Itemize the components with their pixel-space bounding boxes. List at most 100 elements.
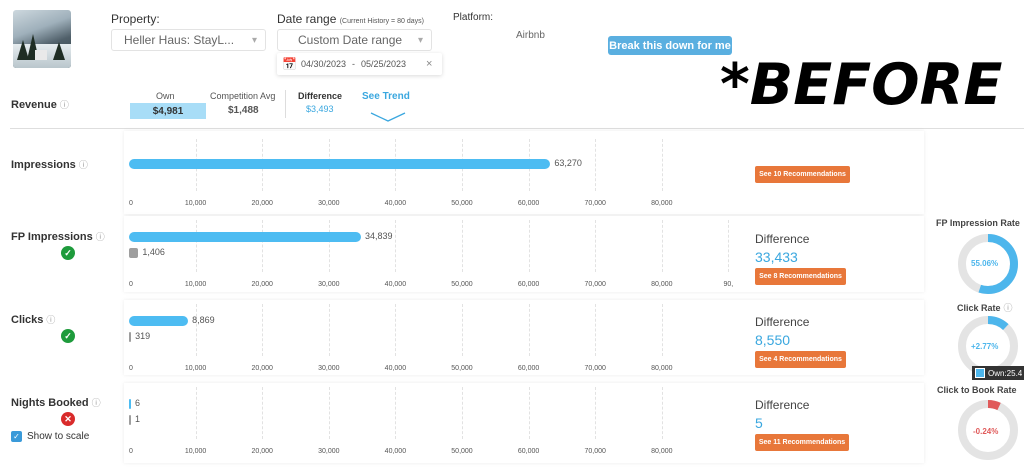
grid-line [595, 387, 597, 439]
axis-tick-label: 90, [723, 281, 734, 288]
axis-tick-label: 60,000 [517, 200, 540, 207]
own-bar[interactable] [129, 399, 131, 409]
nights-difference-label: Difference [755, 398, 810, 412]
competition-bar[interactable] [129, 415, 131, 425]
grid-line [195, 304, 197, 356]
clicks-label: Clicks ⓘ [11, 314, 56, 326]
date-range-label: Date range (Current History = 80 days) [277, 12, 424, 26]
date-range-note: (Current History = 80 days) [339, 18, 424, 25]
competition-bar[interactable] [129, 332, 132, 342]
own-bar-value: 34,839 [365, 231, 393, 241]
axis-tick-label: 20,000 [251, 281, 273, 288]
date-picker[interactable]: 📅 04/30/2023 - 05/25/2023 × [277, 53, 442, 75]
show-to-scale-label: Show to scale [27, 431, 90, 442]
axis-tick-label: 10,000 [184, 448, 207, 455]
axis-tick-label: 60,000 [517, 281, 540, 288]
check-icon: ✓ [61, 246, 75, 260]
info-icon[interactable]: ⓘ [46, 315, 55, 325]
axis-tick-label: 60,000 [517, 365, 540, 372]
grid-line [728, 220, 730, 272]
fp-impression-rate-title: FP Impression Rate [936, 218, 1020, 228]
axis-tick-label: 70,000 [584, 200, 606, 207]
click-rate-value: +2.77% [971, 342, 999, 351]
axis-tick-label: 40,000 [384, 281, 407, 288]
info-icon[interactable]: ⓘ [1004, 303, 1013, 313]
own-bar-value: 8,869 [192, 315, 215, 325]
grid-line [328, 304, 330, 356]
competition-bar-value: 319 [135, 331, 151, 341]
see-trend-link[interactable]: See Trend [362, 91, 410, 102]
checkbox-checked-icon[interactable]: ✓ [11, 431, 22, 442]
grid-line [661, 220, 663, 272]
grid-line [395, 387, 397, 439]
own-bar[interactable] [129, 159, 551, 169]
property-select[interactable]: Heller Haus: StayL... ▾ [111, 29, 266, 51]
grid-line [262, 387, 264, 439]
date-from[interactable]: 04/30/2023 [301, 59, 346, 69]
date-range-select-value: Custom Date range [298, 33, 403, 47]
see-trend-chevron-icon[interactable] [370, 110, 406, 128]
grid-line [328, 220, 330, 272]
grid-line [462, 304, 463, 356]
competition-bar[interactable] [129, 248, 139, 258]
axis-tick-label: 30,000 [318, 365, 340, 372]
platform-value: Airbnb [516, 30, 545, 41]
grid-line [661, 304, 663, 356]
axis-tick-label: 20,000 [251, 365, 273, 372]
axis-tick-label: 40,000 [384, 448, 407, 455]
axis-tick-label: 30,000 [318, 281, 340, 288]
grid-line [595, 220, 597, 272]
impressions-label: Impressions ⓘ [11, 159, 88, 171]
grid-line [395, 304, 397, 356]
axis-tick-label: 70,000 [584, 365, 606, 372]
own-bar-value: 6 [135, 398, 141, 408]
check-icon: ✓ [61, 329, 75, 343]
grid-line [528, 387, 530, 439]
fp-difference-label: Difference [755, 232, 810, 246]
revenue-own-label: Own [156, 91, 175, 101]
revenue-diff-value: $3,493 [306, 104, 334, 114]
competition-bar-value: 1 [135, 414, 141, 424]
show-to-scale[interactable]: ✓ Show to scale [11, 431, 89, 442]
grid-line [262, 304, 264, 356]
grid-line [195, 220, 197, 272]
info-icon[interactable]: ⓘ [96, 232, 105, 242]
own-bar[interactable] [129, 232, 362, 242]
click-to-book-rate-title: Click to Book Rate [937, 385, 1017, 395]
own-bar-value: 63,270 [554, 158, 582, 168]
axis-tick-label: 50,000 [451, 200, 473, 207]
see-recommendations-button[interactable]: See 10 Recommendations [755, 166, 850, 183]
axis-tick-label: 80,000 [651, 281, 673, 288]
axis-tick-label: 80,000 [651, 365, 673, 372]
info-icon[interactable]: ⓘ [92, 398, 101, 408]
clear-date-icon[interactable]: × [426, 58, 432, 70]
revenue-comp-value: $1,488 [228, 105, 259, 116]
competition-bar-value: 1,406 [142, 247, 165, 257]
axis-tick-label: 80,000 [651, 448, 673, 455]
grid-line [195, 387, 197, 439]
axis-tick-label: 0 [129, 448, 133, 455]
grid-line [528, 220, 530, 272]
grid-line [595, 304, 597, 356]
platform-label: Platform: [453, 12, 494, 23]
own-bar[interactable] [129, 316, 189, 326]
date-to[interactable]: 05/25/2023 [361, 59, 406, 69]
axis-tick-label: 50,000 [451, 281, 473, 288]
see-recommendations-button[interactable]: See 11 Recommendations [755, 434, 849, 451]
grid-line [462, 387, 463, 439]
axis-tick-label: 30,000 [318, 200, 340, 207]
break-down-button[interactable]: Break this down for me [608, 36, 732, 55]
axis-tick-label: 60,000 [517, 448, 540, 455]
chevron-down-icon: ▾ [417, 34, 423, 46]
nights-booked-label: Nights Booked ⓘ [11, 397, 101, 409]
nights-difference-value: 5 [755, 415, 763, 431]
revenue-own-value: $4,981 [130, 103, 206, 119]
axis-tick-label: 0 [129, 365, 133, 372]
info-icon[interactable]: ⓘ [79, 160, 88, 170]
revenue-diff-label: Difference [298, 91, 343, 101]
see-recommendations-button[interactable]: See 4 Recommendations [755, 351, 846, 368]
info-icon[interactable]: ⓘ [60, 100, 69, 110]
date-range-select[interactable]: Custom Date range ▾ [277, 29, 432, 51]
see-recommendations-button[interactable]: See 8 Recommendations [755, 268, 846, 285]
axis-tick-label: 30,000 [318, 448, 340, 455]
